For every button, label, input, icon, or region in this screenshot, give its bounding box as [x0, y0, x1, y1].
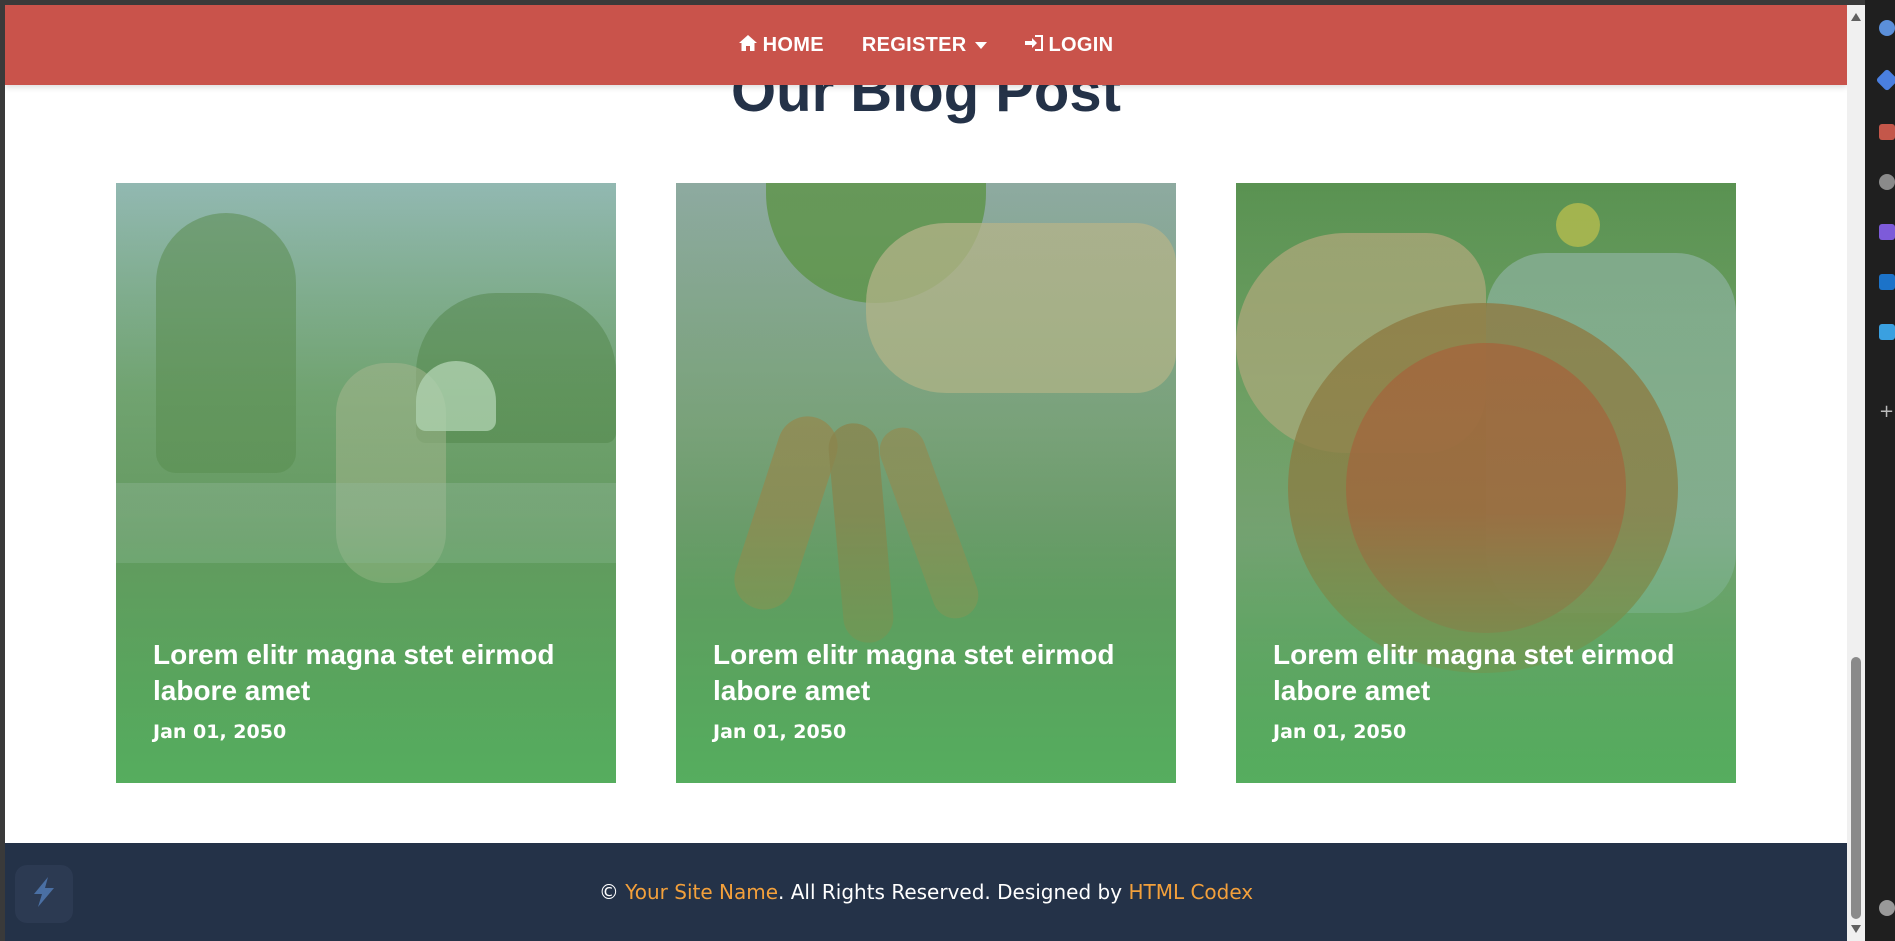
- blog-card[interactable]: Lorem elitr magna stet eirmod labore ame…: [676, 183, 1176, 783]
- nav-register-label: REGISTER: [861, 33, 967, 56]
- profile-icon[interactable]: [1879, 174, 1895, 190]
- navbar: HOME REGISTER LOGIN: [5, 5, 1847, 85]
- blog-card-title[interactable]: Lorem elitr magna stet eirmod labore ame…: [1273, 637, 1706, 709]
- blog-card-date: Jan 01, 2050: [713, 721, 847, 743]
- footer: © Your Site Name. All Rights Reserved. D…: [5, 843, 1847, 941]
- blog-card-date: Jan 01, 2050: [153, 721, 287, 743]
- blog-card-title[interactable]: Lorem elitr magna stet eirmod labore ame…: [713, 637, 1146, 709]
- site-name-link[interactable]: Your Site Name: [625, 880, 778, 904]
- tools-icon[interactable]: [1879, 124, 1895, 140]
- nav-home-label: HOME: [762, 33, 824, 56]
- blog-card-content: Lorem elitr magna stet eirmod labore ame…: [153, 637, 586, 743]
- blog-card[interactable]: Lorem elitr magna stet eirmod labore ame…: [1236, 183, 1736, 783]
- nav-home-link[interactable]: HOME: [738, 33, 824, 57]
- copilot-icon[interactable]: [1875, 68, 1895, 92]
- browser-side-panel: +: [1865, 0, 1895, 941]
- nav-register-dropdown[interactable]: REGISTER: [862, 34, 987, 57]
- blog-card[interactable]: Lorem elitr magna stet eirmod labore ame…: [116, 183, 616, 783]
- blog-card-content: Lorem elitr magna stet eirmod labore ame…: [713, 637, 1146, 743]
- home-icon: [738, 34, 757, 57]
- blog-card-title[interactable]: Lorem elitr magna stet eirmod labore ame…: [153, 637, 586, 709]
- search-icon[interactable]: [1879, 20, 1895, 36]
- add-icon[interactable]: +: [1879, 403, 1895, 421]
- blog-card-content: Lorem elitr magna stet eirmod labore ame…: [1273, 637, 1706, 743]
- copyright-symbol: ©: [598, 880, 619, 904]
- floating-widget-button[interactable]: [15, 865, 73, 923]
- settings-icon[interactable]: [1879, 900, 1895, 916]
- page-scrollbar[interactable]: [1847, 5, 1865, 941]
- browser-viewport: Our Blog Post HOME REGISTER LOGIN Lorem …: [5, 5, 1847, 941]
- scroll-down-arrow-icon[interactable]: [1851, 925, 1861, 933]
- blog-card-date: Jan 01, 2050: [1273, 721, 1407, 743]
- office-icon[interactable]: [1879, 224, 1895, 240]
- lightning-icon: [30, 877, 58, 911]
- caret-down-icon: [974, 41, 987, 49]
- scroll-up-arrow-icon[interactable]: [1851, 13, 1861, 21]
- sign-in-icon: [1024, 34, 1043, 57]
- nav-login-label: LOGIN: [1048, 33, 1114, 56]
- scrollbar-thumb[interactable]: [1851, 657, 1861, 919]
- blog-cards: Lorem elitr magna stet eirmod labore ame…: [116, 183, 1736, 783]
- outlook-icon[interactable]: [1879, 274, 1895, 290]
- designer-link[interactable]: HTML Codex: [1128, 880, 1253, 904]
- footer-rights-text: . All Rights Reserved. Designed by: [778, 880, 1123, 904]
- send-icon[interactable]: [1879, 324, 1895, 340]
- nav-login-link[interactable]: LOGIN: [1024, 33, 1114, 57]
- footer-copyright: © Your Site Name. All Rights Reserved. D…: [599, 880, 1253, 904]
